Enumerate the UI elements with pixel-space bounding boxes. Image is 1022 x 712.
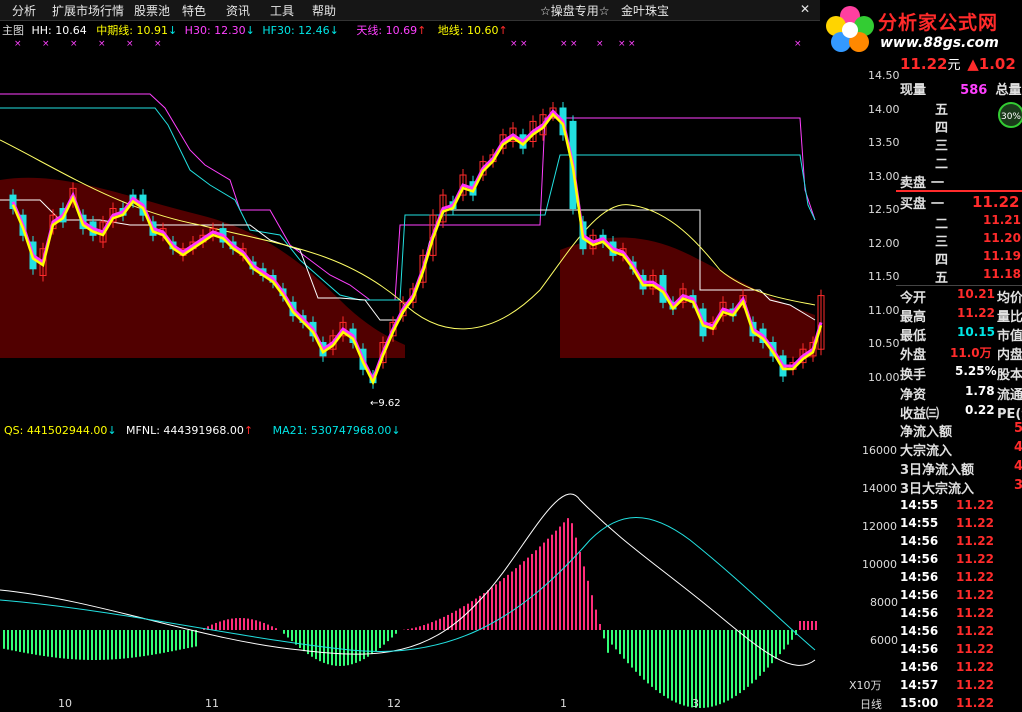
signal-marker: × xyxy=(794,39,802,49)
tick-time: 14:56 xyxy=(900,570,939,584)
volume-tick: 16000 xyxy=(862,444,897,457)
tick-time: 14:56 xyxy=(900,552,939,566)
tick-time: 14:55 xyxy=(900,498,939,512)
volume-tick: 8000 xyxy=(870,596,898,609)
x-tick: 11 xyxy=(205,697,219,710)
tick-time: 14:57 xyxy=(900,678,939,692)
tick-time: 14:56 xyxy=(900,642,939,656)
volume-tick: 12000 xyxy=(862,520,897,533)
bid1-price: 11.22 xyxy=(972,193,1020,211)
tick-price: 11.22 xyxy=(956,678,994,692)
tick-price: 11.22 xyxy=(956,606,994,620)
tick-price: 11.22 xyxy=(956,570,994,584)
price-tick: 13.00 xyxy=(868,170,900,183)
price-tick: 14.00 xyxy=(868,103,900,116)
tick-price: 11.22 xyxy=(956,552,994,566)
signal-marker: × xyxy=(70,39,78,49)
signal-marker: × xyxy=(126,39,134,49)
volume-tick: 14000 xyxy=(862,482,897,495)
tick-price: 11.22 xyxy=(956,660,994,674)
signal-marker: × xyxy=(42,39,50,49)
current-volume: 586 xyxy=(960,83,988,98)
signal-marker: × xyxy=(570,39,578,49)
volume-unit: X10万 xyxy=(849,679,882,692)
sell-label: 卖盘 xyxy=(900,176,927,191)
volume-row: 现量 586 总量 xyxy=(900,83,1022,98)
bid-ask-divider xyxy=(896,190,1022,192)
tick-price: 11.22 xyxy=(956,696,994,710)
x-tick: 1 xyxy=(560,697,567,710)
price-tick: 10.00 xyxy=(868,371,900,384)
last-price-row: 11.22元 ▲1.02 xyxy=(900,55,1016,73)
signal-marker: × xyxy=(14,39,22,49)
tick-time: 14:56 xyxy=(900,624,939,638)
gauge-icon: 30% xyxy=(998,102,1022,128)
macd-histogram xyxy=(0,493,817,708)
last-price: 11.22 xyxy=(900,55,948,73)
tick-price: 11.22 xyxy=(956,516,994,530)
kline-chart[interactable]: × × × × × × × × × × × × × × ←9.62 xyxy=(0,0,860,712)
tick-time: 15:00 xyxy=(900,696,939,710)
buy-label: 买盘 xyxy=(900,197,927,212)
signal-marker: × xyxy=(596,39,604,49)
signal-marker: × xyxy=(628,39,636,49)
period-label[interactable]: 日线 xyxy=(860,696,882,712)
tick-time: 14:56 xyxy=(900,588,939,602)
price-change: ▲1.02 xyxy=(967,55,1016,73)
tick-time: 14:56 xyxy=(900,534,939,548)
signal-marker: × xyxy=(520,39,528,49)
tick-price: 11.22 xyxy=(956,588,994,602)
volume-tick: 6000 xyxy=(870,634,898,647)
signal-x-markers: × × × × × × × × × × × × × × xyxy=(14,39,802,49)
signal-marker: × xyxy=(560,39,568,49)
x-tick: 3 xyxy=(692,697,699,710)
signal-marker: × xyxy=(98,39,106,49)
signal-marker: × xyxy=(154,39,162,49)
price-tick: 11.00 xyxy=(868,304,900,317)
tick-price: 11.22 xyxy=(956,534,994,548)
price-tick: 12.00 xyxy=(868,237,900,250)
price-tick: 13.50 xyxy=(868,136,900,149)
logo-text: 分析家公式网 xyxy=(878,12,999,34)
price-tick: 12.50 xyxy=(868,203,900,216)
tick-price: 11.22 xyxy=(956,642,994,656)
price-tick: 14.50 xyxy=(868,69,900,82)
tick-time: 14:55 xyxy=(900,516,939,530)
red-band-fill xyxy=(0,177,815,358)
signal-marker: × xyxy=(510,39,518,49)
price-tick: 10.50 xyxy=(868,337,900,350)
svg-text:30%: 30% xyxy=(1001,112,1021,122)
tick-time: 14:56 xyxy=(900,606,939,620)
signal-marker: × xyxy=(618,39,626,49)
x-tick: 12 xyxy=(387,697,401,710)
low-price-mark: ←9.62 xyxy=(370,398,401,409)
tick-price: 11.22 xyxy=(956,498,994,512)
x-tick: 10 xyxy=(58,697,72,710)
tick-price: 11.22 xyxy=(956,624,994,638)
price-tick: 11.50 xyxy=(868,270,900,283)
tick-time: 14:56 xyxy=(900,660,939,674)
logo-url: www.88gs.com xyxy=(880,35,999,51)
volume-tick: 10000 xyxy=(862,558,897,571)
